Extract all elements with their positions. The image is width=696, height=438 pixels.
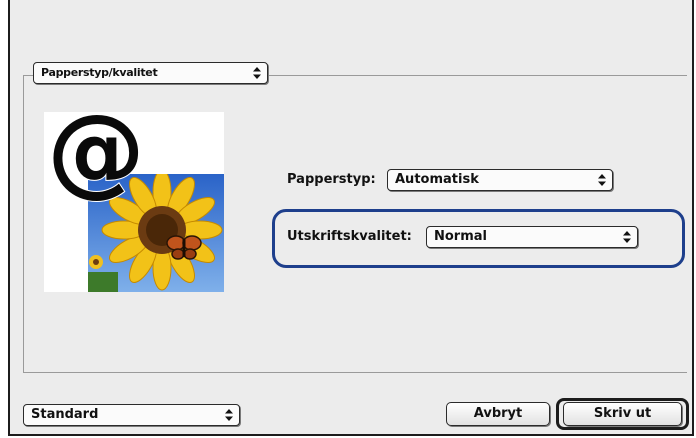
paper-type-label: Papperstyp: bbox=[287, 172, 376, 187]
print-quality-label: Utskriftskvalitet: bbox=[287, 229, 412, 244]
up-down-arrows-icon bbox=[225, 409, 233, 421]
sunflower-photo-image: @ bbox=[44, 93, 224, 292]
at-sign-icon: @ bbox=[47, 112, 145, 208]
print-quality-value: Normal bbox=[434, 229, 487, 244]
up-down-arrows-icon bbox=[598, 174, 606, 186]
paper-type-select[interactable]: Automatisk bbox=[387, 169, 613, 191]
paper-type-value: Automatisk bbox=[395, 172, 479, 187]
presets-value: Standard bbox=[31, 407, 99, 422]
up-down-arrows-icon bbox=[623, 231, 631, 243]
paper-preview-image: @ bbox=[44, 93, 224, 292]
presets-select[interactable]: Standard bbox=[23, 404, 240, 426]
pane-select-value: Papperstyp/kvalitet bbox=[41, 66, 158, 79]
cancel-button[interactable]: Avbryt bbox=[446, 402, 550, 426]
print-button[interactable]: Skriv ut bbox=[563, 402, 682, 426]
print-quality-select[interactable]: Normal bbox=[426, 226, 638, 248]
pane-select-popup[interactable]: Papperstyp/kvalitet bbox=[33, 62, 268, 84]
up-down-arrows-icon bbox=[253, 67, 261, 79]
